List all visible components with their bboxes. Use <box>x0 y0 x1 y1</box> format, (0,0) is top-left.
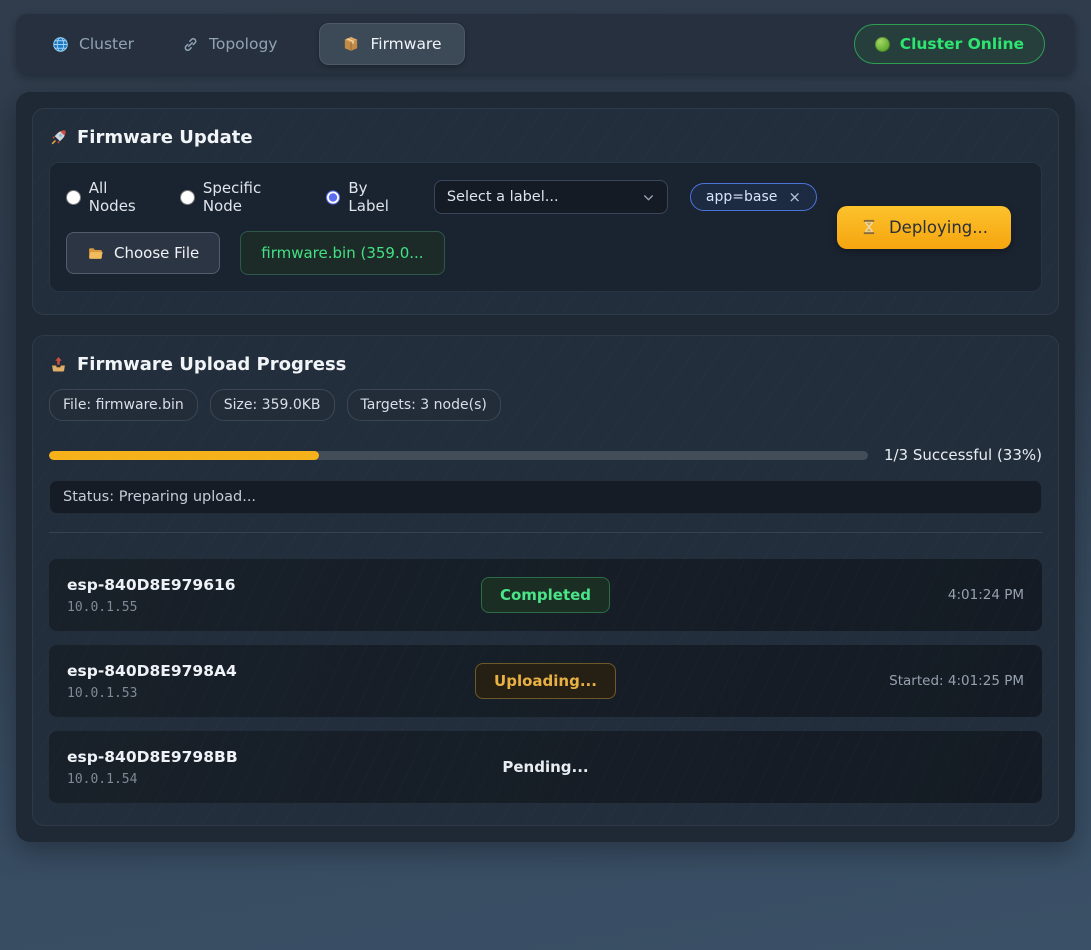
tab-firmware-label: Firmware <box>370 35 441 53</box>
deploy-button[interactable]: Deploying... <box>837 206 1011 249</box>
node-status-badge: Uploading... <box>475 663 616 699</box>
node-name: esp-840D8E9798BB <box>67 748 483 766</box>
top-navbar: Cluster Topology Firmware Cluster Online <box>16 14 1075 74</box>
upload-progress-title: Firmware Upload Progress <box>49 354 1042 375</box>
node-time: 4:01:24 PM <box>948 587 1024 603</box>
node-row: esp-840D8E979616 10.0.1.55 Completed 4:0… <box>49 559 1042 631</box>
tab-firmware[interactable]: Firmware <box>319 23 464 65</box>
deploy-form: All Nodes Specific Node By Label Select … <box>49 162 1042 292</box>
chip-remove-icon[interactable]: × <box>788 190 801 205</box>
package-icon <box>342 35 360 53</box>
tab-cluster-label: Cluster <box>79 35 134 53</box>
green-dot-icon <box>875 37 890 52</box>
targets-badge: Targets: 3 node(s) <box>347 389 501 421</box>
upload-progress-card: Firmware Upload Progress File: firmware.… <box>32 335 1059 826</box>
main-container: Firmware Update All Nodes Specific Node … <box>16 92 1075 842</box>
radio-all-nodes[interactable]: All Nodes <box>66 179 158 215</box>
file-row: Choose File firmware.bin (359.0... <box>66 231 817 275</box>
rocket-icon <box>49 128 68 147</box>
node-status-badge: Completed <box>481 577 610 613</box>
upload-tray-icon <box>49 355 68 374</box>
progress-bar-fill <box>49 451 319 460</box>
status-box: Status: Preparing upload... <box>49 480 1042 514</box>
tab-cluster[interactable]: Cluster <box>46 25 140 63</box>
target-mode-row: All Nodes Specific Node By Label Select … <box>66 179 817 215</box>
cluster-online-label: Cluster Online <box>900 35 1024 53</box>
radio-specific-node[interactable]: Specific Node <box>180 179 304 215</box>
radio-by-label-input[interactable] <box>326 190 341 205</box>
globe-icon <box>52 36 69 53</box>
node-ip: 10.0.1.55 <box>67 600 481 615</box>
link-icon <box>182 36 199 53</box>
node-name: esp-840D8E9798A4 <box>67 662 475 680</box>
choose-file-button[interactable]: Choose File <box>66 232 220 274</box>
chevron-down-icon <box>642 191 655 204</box>
progress-label: 1/3 Successful (33%) <box>884 446 1042 464</box>
nav-tabs: Cluster Topology Firmware <box>46 23 465 65</box>
label-select-placeholder: Select a label... <box>447 189 559 205</box>
radio-all-nodes-input[interactable] <box>66 190 81 205</box>
label-select-dropdown[interactable]: Select a label... <box>434 180 668 214</box>
divider <box>49 532 1042 533</box>
label-chip: app=base × <box>690 183 817 211</box>
folder-icon <box>87 245 104 262</box>
hourglass-icon <box>860 218 878 236</box>
firmware-update-card: Firmware Update All Nodes Specific Node … <box>32 108 1059 315</box>
radio-specific-node-input[interactable] <box>180 190 195 205</box>
tab-topology-label: Topology <box>209 35 277 53</box>
label-chip-text: app=base <box>706 189 777 205</box>
node-ip: 10.0.1.53 <box>67 686 475 701</box>
cluster-online-badge: Cluster Online <box>854 24 1045 64</box>
file-badge: File: firmware.bin <box>49 389 198 421</box>
node-row: esp-840D8E9798BB 10.0.1.54 Pending... <box>49 731 1042 803</box>
node-row: esp-840D8E9798A4 10.0.1.53 Uploading... … <box>49 645 1042 717</box>
size-badge: Size: 359.0KB <box>210 389 335 421</box>
upload-meta-badges: File: firmware.bin Size: 359.0KB Targets… <box>49 389 1042 421</box>
progress-bar <box>49 451 868 460</box>
node-name: esp-840D8E979616 <box>67 576 481 594</box>
radio-by-label[interactable]: By Label <box>326 179 412 215</box>
selected-file-button[interactable]: firmware.bin (359.0... <box>240 231 444 275</box>
node-list: esp-840D8E979616 10.0.1.55 Completed 4:0… <box>49 559 1042 803</box>
firmware-update-title: Firmware Update <box>49 127 1042 148</box>
node-status-badge: Pending... <box>483 749 607 785</box>
node-time: Started: 4:01:25 PM <box>889 673 1024 689</box>
tab-topology[interactable]: Topology <box>176 25 283 63</box>
progress-row: 1/3 Successful (33%) <box>49 446 1042 464</box>
node-ip: 10.0.1.54 <box>67 772 483 787</box>
